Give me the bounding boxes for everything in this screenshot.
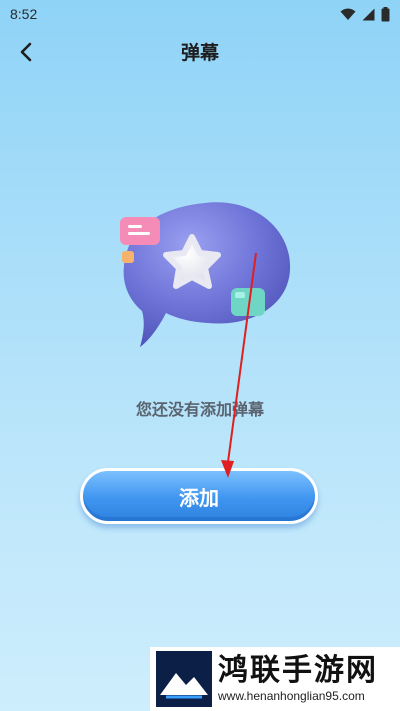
watermark-logo (156, 651, 212, 707)
app-bar: 弹幕 (0, 30, 400, 74)
wifi-icon (340, 8, 356, 20)
annotation-arrow (221, 252, 257, 478)
empty-state-message: 您还没有添加弹幕 (135, 400, 264, 419)
signal-icon (362, 8, 375, 20)
status-bar: 8:52 (0, 0, 400, 28)
battery-icon (381, 6, 390, 21)
watermark-name: 鸿联手游网 (218, 653, 378, 688)
add-button[interactable]: 添加 (80, 468, 318, 524)
status-icons (340, 6, 390, 22)
speech-bubble-star-illustration (120, 202, 291, 347)
status-time: 8:52 (10, 6, 38, 22)
page-title: 弹幕 (180, 42, 219, 64)
watermark-url: www.henanhonglian95.com (218, 689, 365, 703)
watermark-banner: 鸿联手游网 www.henanhonglian95.com (150, 647, 400, 711)
